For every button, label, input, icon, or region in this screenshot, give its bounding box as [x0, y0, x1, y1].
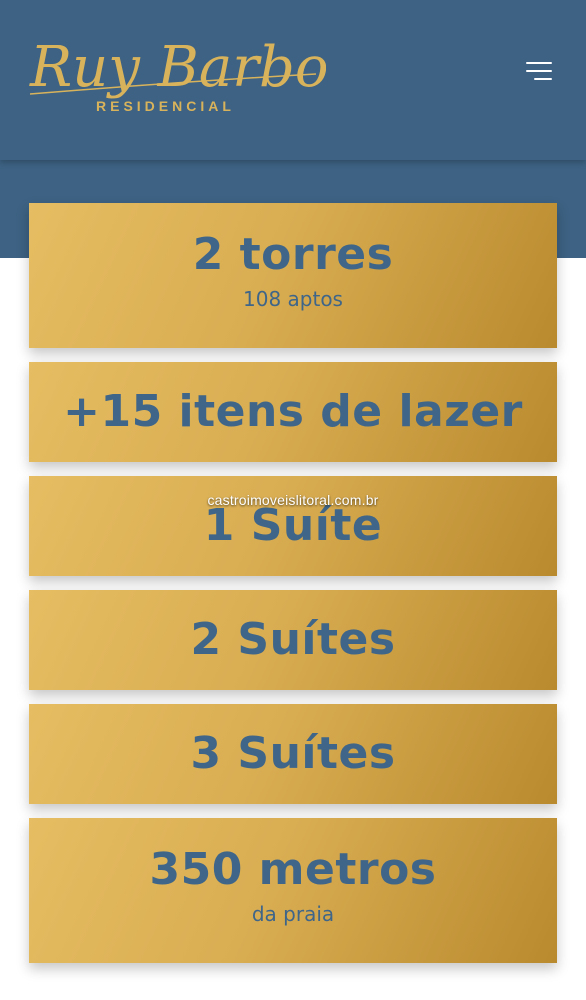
- feature-card-3-suites: 3 Suítes: [29, 704, 557, 804]
- logo-subtitle: RESIDENCIAL: [96, 98, 235, 114]
- feature-title: +15 itens de lazer: [63, 386, 523, 437]
- feature-title: 3 Suítes: [190, 728, 396, 779]
- feature-subtitle: 108 aptos: [243, 287, 343, 311]
- feature-subtitle: da praia: [251, 902, 335, 926]
- feature-cards: 2 torres 108 aptos +15 itens de lazer 1 …: [29, 203, 557, 963]
- feature-title: 1 Suíte: [203, 500, 383, 551]
- ruy-barbosa-logo[interactable]: Ruy Barbosa RESIDENCIAL: [26, 24, 326, 120]
- menu-line-bottom: [534, 78, 552, 80]
- feature-card-beach-distance: 350 metros da praia: [29, 818, 557, 963]
- feature-card-1-suite: 1 Suíte castroimoveislitoral.com.br: [29, 476, 557, 576]
- menu-line-top: [526, 62, 552, 64]
- menu-line-middle: [526, 70, 552, 72]
- feature-card-2-suites: 2 Suítes: [29, 590, 557, 690]
- hamburger-menu-icon[interactable]: [524, 60, 554, 84]
- watermark-text: castroimoveislitoral.com.br: [207, 492, 379, 508]
- feature-card-towers: 2 torres 108 aptos: [29, 203, 557, 348]
- site-header: Ruy Barbosa RESIDENCIAL: [0, 0, 586, 160]
- feature-card-leisure: +15 itens de lazer: [29, 362, 557, 462]
- feature-title: 350 metros: [149, 844, 437, 895]
- feature-title: 2 torres: [192, 229, 394, 280]
- feature-title: 2 Suítes: [190, 614, 396, 665]
